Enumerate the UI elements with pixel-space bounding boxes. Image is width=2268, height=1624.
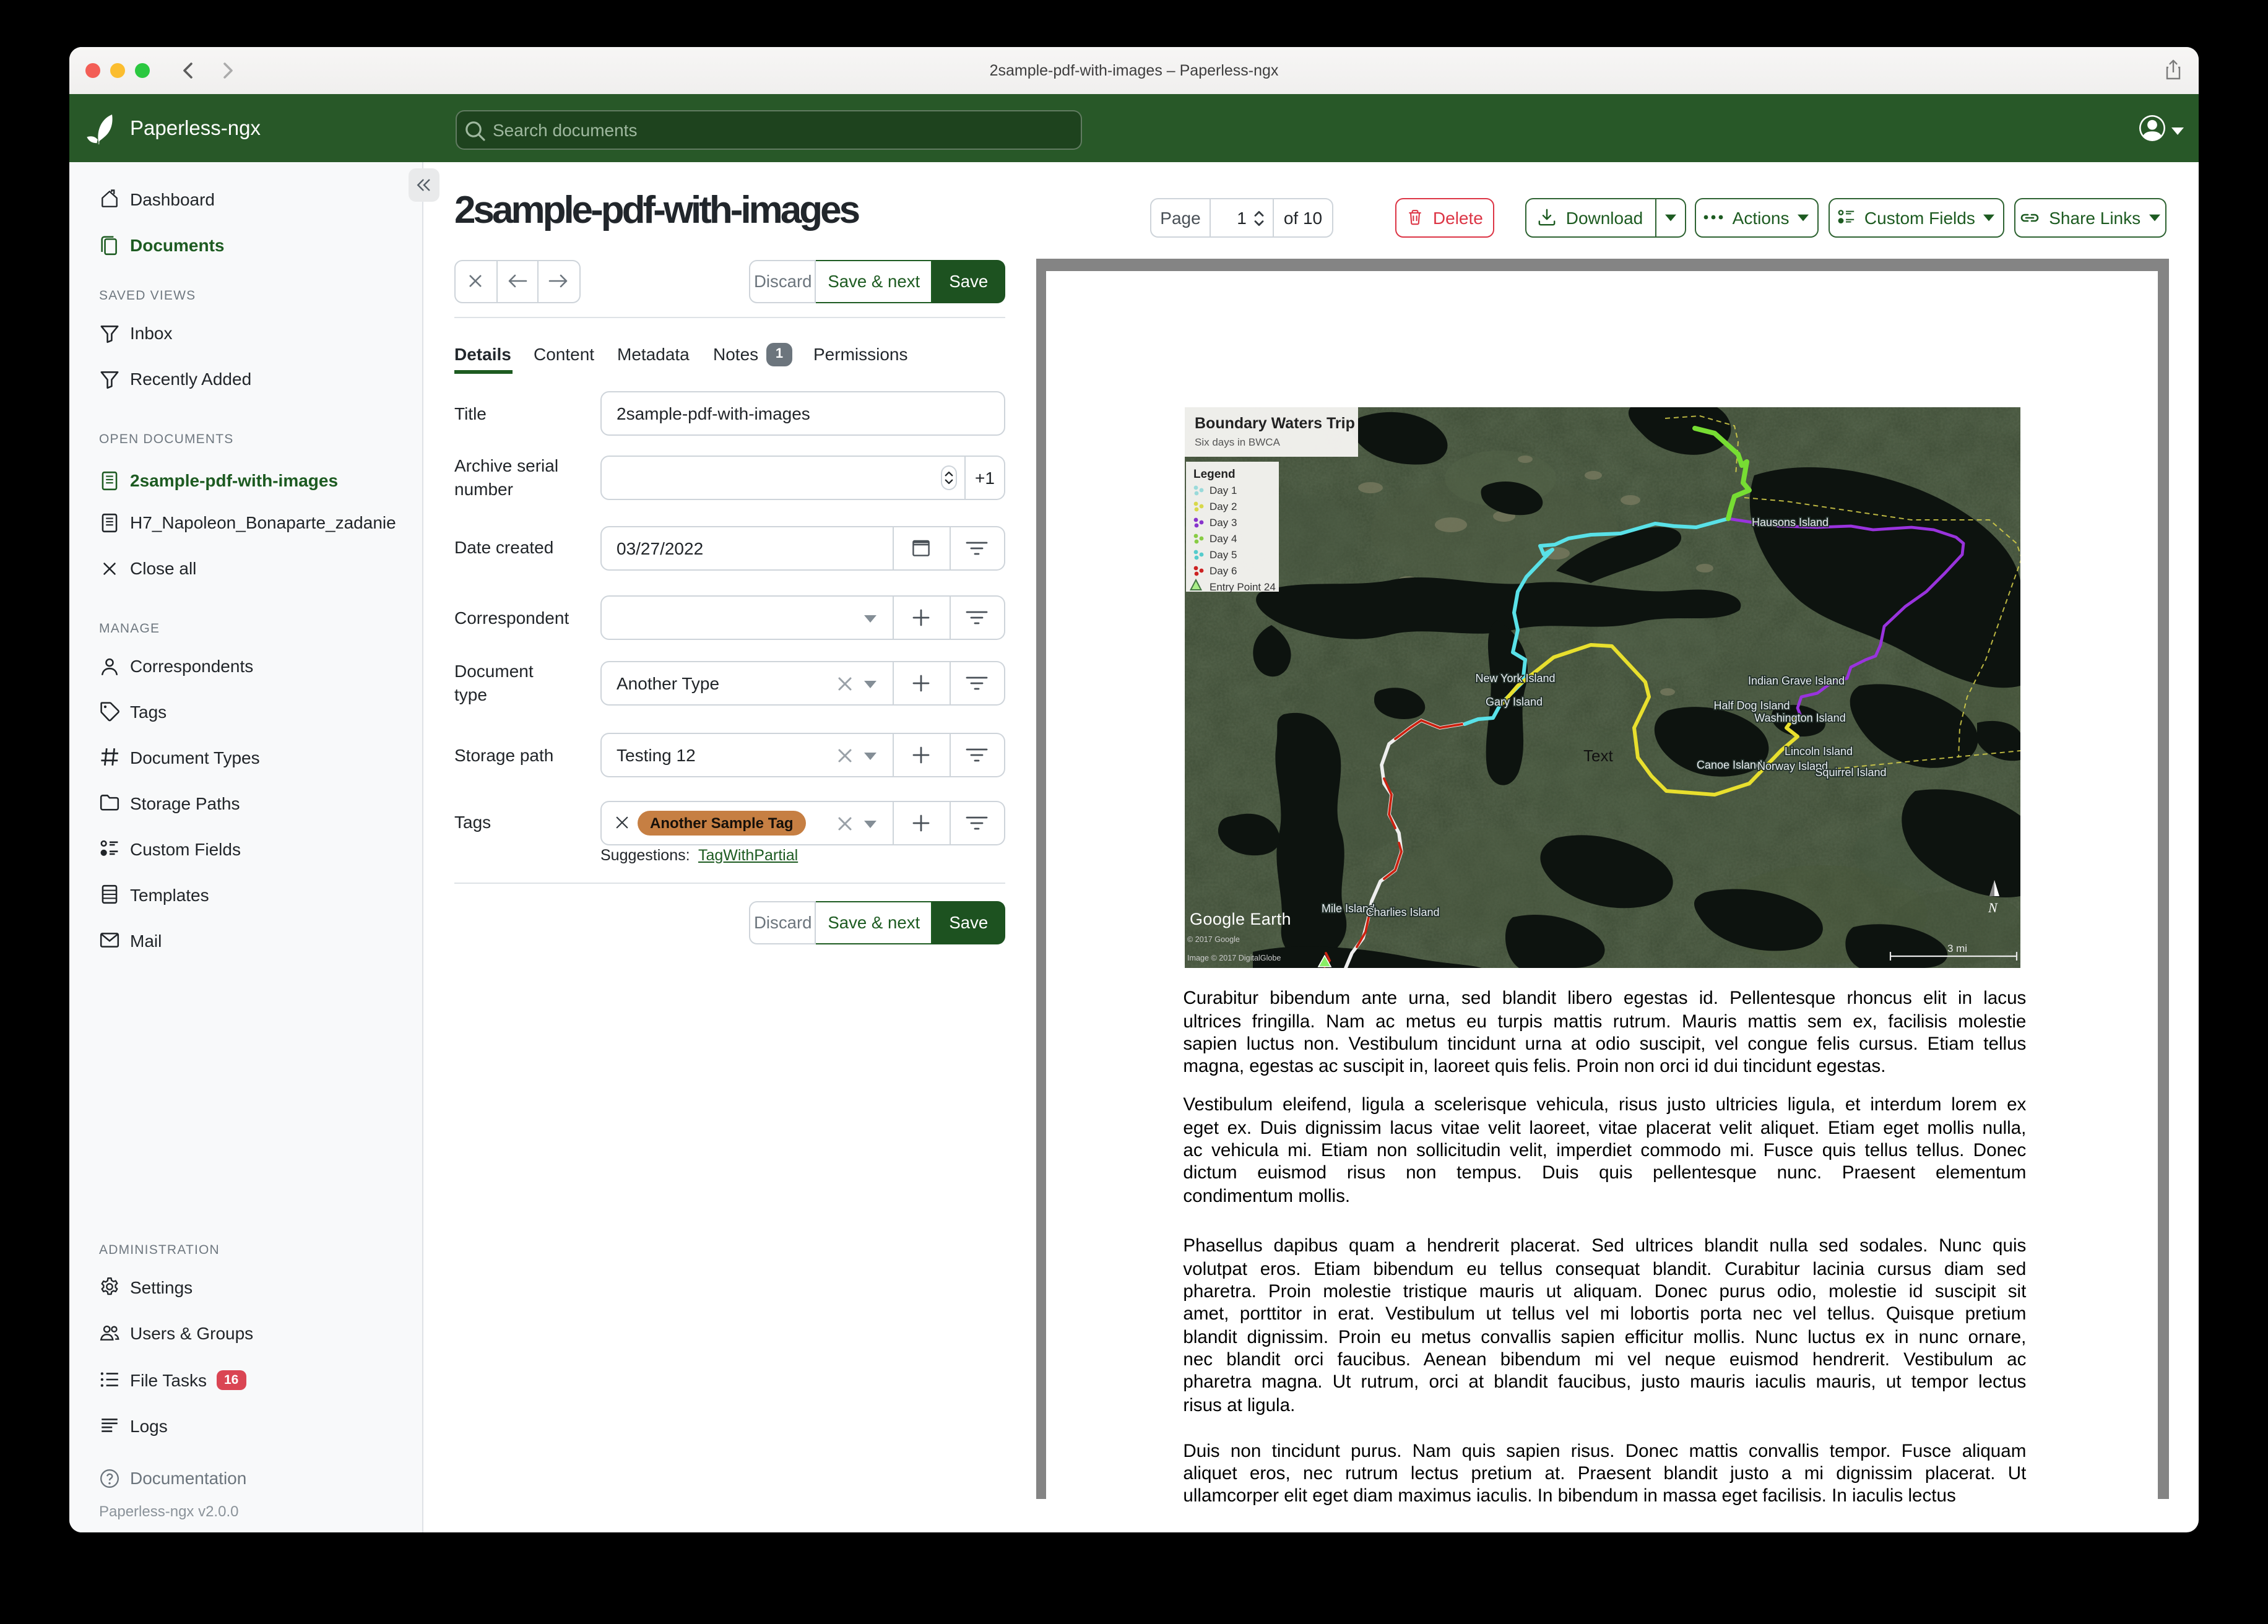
svg-text:Entry Point 24: Entry Point 24 — [1209, 581, 1275, 593]
svg-text:Legend: Legend — [1193, 468, 1235, 481]
svg-text:Day 2: Day 2 — [1209, 501, 1236, 512]
svg-text:Half Dog Island: Half Dog Island — [1713, 699, 1790, 712]
svg-text:Washington Island: Washington Island — [1754, 712, 1845, 724]
svg-text:Indian Grave Island: Indian Grave Island — [1747, 675, 1844, 687]
svg-text:Squirrel Island: Squirrel Island — [1815, 766, 1886, 779]
svg-text:Day 5: Day 5 — [1209, 549, 1236, 561]
svg-text:3 mi: 3 mi — [1947, 943, 1967, 954]
svg-text:Day 6: Day 6 — [1209, 565, 1236, 577]
svg-text:Hausons Island: Hausons Island — [1751, 516, 1828, 529]
svg-text:© 2017 Google: © 2017 Google — [1187, 935, 1239, 944]
svg-text:Charlies Island: Charlies Island — [1366, 906, 1439, 918]
svg-text:Day 4: Day 4 — [1209, 533, 1236, 545]
svg-text:Gary Island: Gary Island — [1485, 696, 1542, 708]
svg-text:Lincoln Island: Lincoln Island — [1784, 745, 1852, 758]
svg-text:Day 1: Day 1 — [1209, 485, 1236, 496]
svg-text:New York Island: New York Island — [1475, 672, 1555, 685]
svg-text:Boundary Waters Trip: Boundary Waters Trip — [1194, 415, 1354, 432]
svg-text:Image © 2017 DigitalGlobe: Image © 2017 DigitalGlobe — [1187, 954, 1280, 962]
svg-text:Text: Text — [1583, 746, 1612, 765]
svg-text:Google Earth: Google Earth — [1189, 910, 1291, 928]
svg-text:N: N — [1987, 900, 1997, 915]
svg-text:Six days in BWCA: Six days in BWCA — [1194, 436, 1280, 448]
svg-text:Canoe Island: Canoe Island — [1696, 759, 1762, 771]
svg-text:Day 3: Day 3 — [1209, 517, 1236, 529]
